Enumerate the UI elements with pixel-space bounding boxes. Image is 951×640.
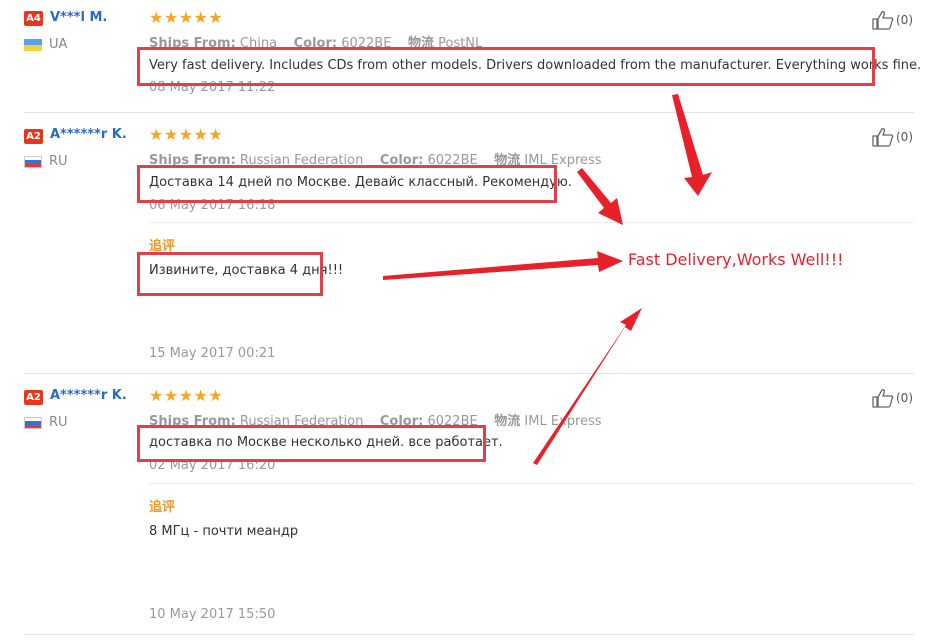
arrow: [383, 251, 623, 280]
arrow: [577, 168, 623, 225]
annotation-arrows: [383, 94, 712, 465]
arrow: [672, 94, 712, 196]
arrow: [533, 308, 642, 465]
annotation-label: Fast Delivery,Works Well!!!: [628, 250, 844, 269]
